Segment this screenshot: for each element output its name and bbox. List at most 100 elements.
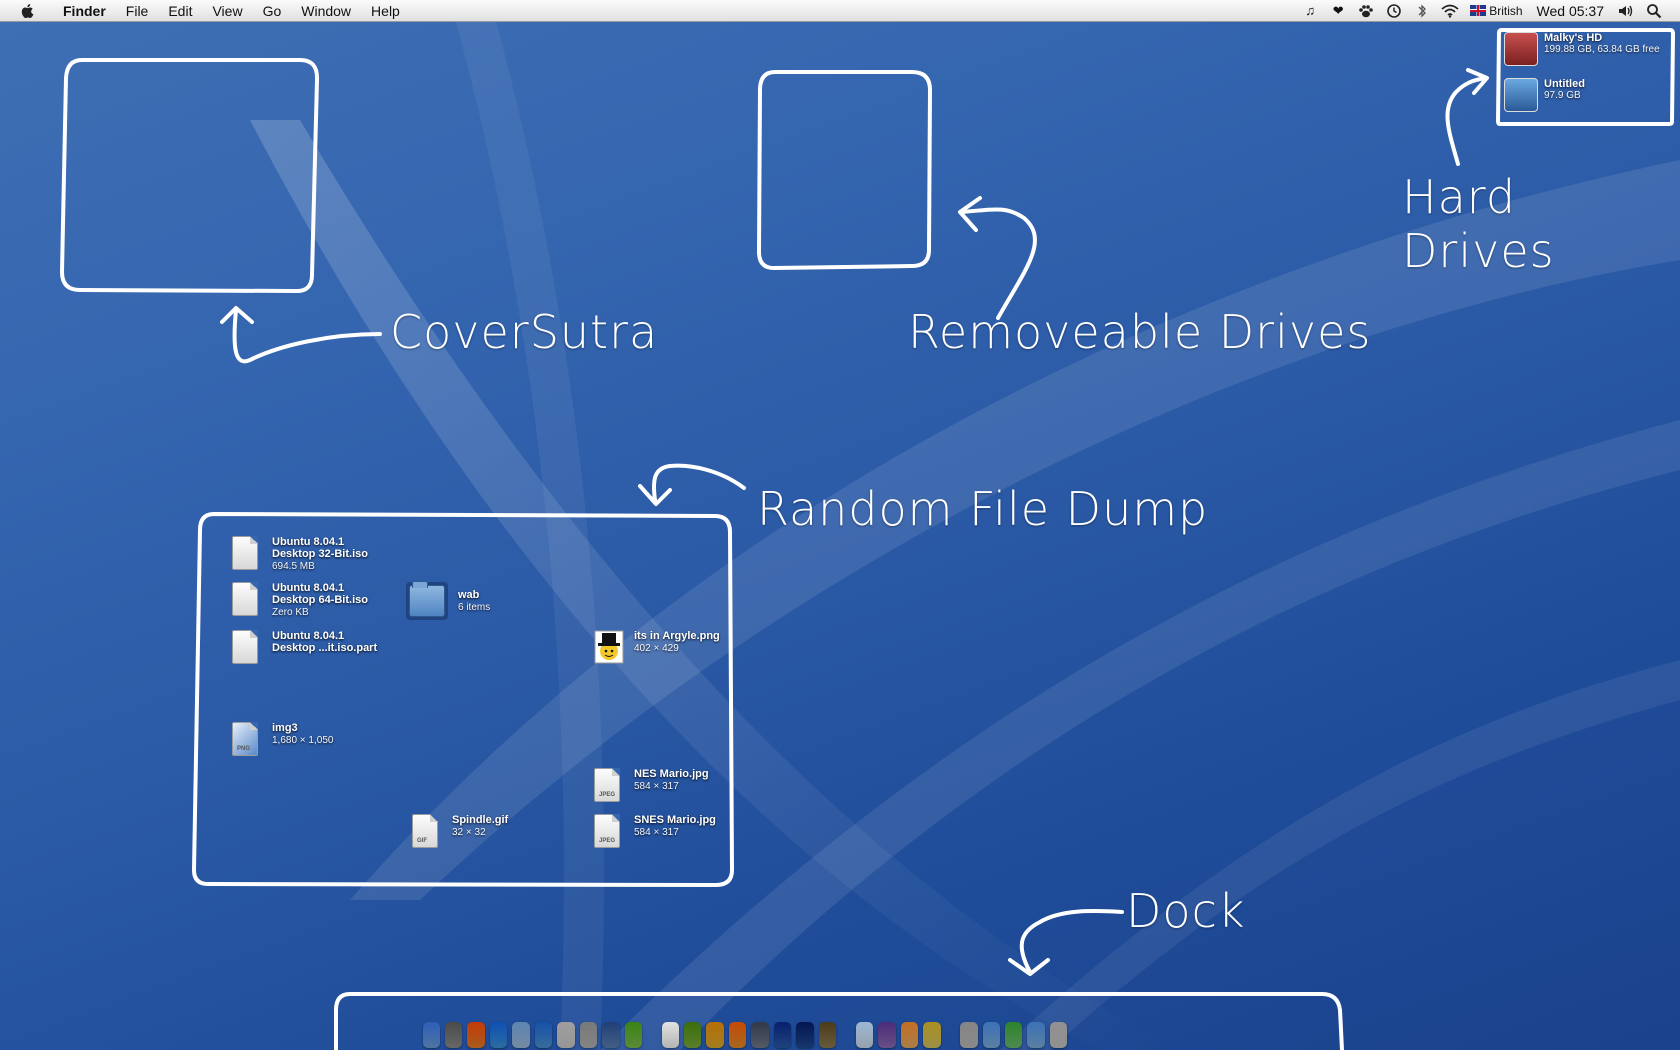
- downloads-folder-icon[interactable]: [1005, 1022, 1023, 1048]
- file-info: 694.5 MB: [272, 561, 315, 572]
- file-info: 584 × 317: [634, 781, 679, 792]
- top-hat-face-icon: [594, 630, 624, 664]
- file-name: Ubuntu 8.04.1 Desktop ...it.iso.part: [272, 630, 378, 654]
- file-spindle-gif[interactable]: GIF Spindle.gif 32 × 32: [412, 814, 508, 850]
- png-image-icon: PNG: [232, 722, 258, 756]
- input-menu[interactable]: British: [1470, 3, 1523, 18]
- file-img3[interactable]: PNG img3 1,680 × 1,050: [232, 722, 333, 758]
- document-icon: [232, 630, 258, 664]
- firefox-icon[interactable]: [467, 1022, 485, 1048]
- coversutra-box: [60, 58, 320, 294]
- file-info: 584 × 317: [634, 827, 679, 838]
- file-name: NES Mario.jpg: [634, 768, 709, 780]
- safari-icon[interactable]: [489, 1022, 508, 1048]
- file-info: 32 × 32: [452, 827, 486, 838]
- finder-icon[interactable]: [422, 1022, 440, 1048]
- paw-icon[interactable]: [1355, 2, 1377, 20]
- time-machine-icon[interactable]: [1383, 2, 1405, 20]
- preview-icon[interactable]: [602, 1022, 620, 1048]
- trash-icon[interactable]: [1049, 1022, 1068, 1048]
- removeable-drives-label: Removeable Drives: [908, 305, 1372, 359]
- folder-wab[interactable]: wab 6 items: [406, 581, 491, 622]
- guitar-icon[interactable]: [557, 1022, 575, 1048]
- pdf-icon[interactable]: [661, 1022, 680, 1048]
- file-info: Zero KB: [272, 607, 309, 618]
- apple-menu-icon[interactable]: [17, 2, 39, 20]
- dock-label: Dock: [1126, 884, 1246, 938]
- tan-app-icon[interactable]: [818, 1022, 837, 1048]
- presentation-icon[interactable]: [900, 1022, 919, 1048]
- menu-bar: Finder File Edit View Go Window Help ♫ ❤…: [0, 0, 1680, 22]
- volume-icon[interactable]: [1615, 2, 1637, 20]
- menu-window[interactable]: Window: [291, 0, 361, 22]
- documents-folder-icon[interactable]: [1027, 1022, 1045, 1048]
- file-name: Spindle.gif: [452, 814, 509, 826]
- menu-clock[interactable]: Wed 05:37: [1537, 3, 1604, 19]
- flag-uk-icon: [1470, 5, 1487, 16]
- disk-image-icon: [232, 582, 258, 616]
- coversutra-arrow: [232, 308, 382, 364]
- quicktime-icon[interactable]: [534, 1022, 553, 1048]
- wifi-icon[interactable]: [1439, 2, 1461, 20]
- drive-untitled[interactable]: Untitled 97.9 GB: [1504, 78, 1585, 112]
- pencil-icon[interactable]: [579, 1022, 598, 1048]
- menu-view[interactable]: View: [202, 0, 252, 22]
- music-note-icon[interactable]: ♫: [1299, 2, 1321, 20]
- drive-malkys-hd[interactable]: Malky's HD 199.88 GB, 63.84 GB free: [1504, 32, 1660, 66]
- hard-drive-icon: [1504, 32, 1538, 66]
- gray-app-icon[interactable]: [751, 1022, 769, 1048]
- file-ubuntu-iso-part[interactable]: Ubuntu 8.04.1 Desktop ...it.iso.part: [232, 630, 377, 666]
- file-snes-mario-jpg[interactable]: JPEG SNES Mario.jpg 584 × 317: [594, 814, 716, 850]
- drive-name: Malky's HD: [1544, 32, 1603, 44]
- file-its-in-argyle-png[interactable]: its in Argyle.png 402 × 429: [594, 630, 720, 666]
- mail-icon[interactable]: [855, 1022, 874, 1048]
- jpeg-image-icon: JPEG: [594, 814, 620, 848]
- navy-app-icon[interactable]: [796, 1022, 814, 1048]
- hard-drive-icon: [1504, 78, 1538, 112]
- menu-finder[interactable]: Finder: [53, 0, 116, 22]
- file-info: 6 items: [458, 602, 491, 613]
- drive-info: 199.88 GB, 63.84 GB free: [1544, 44, 1660, 55]
- system-preferences-icon[interactable]: [444, 1022, 463, 1048]
- menu-file[interactable]: File: [116, 0, 159, 22]
- menu-help[interactable]: Help: [361, 0, 410, 22]
- file-name: Ubuntu 8.04.1 Desktop 32-Bit.iso: [272, 536, 368, 560]
- drive-name: Untitled: [1544, 78, 1585, 90]
- removeable-drives-arrow: [960, 207, 1037, 320]
- file-nes-mario-jpg[interactable]: JPEG NES Mario.jpg 584 × 317: [594, 768, 709, 804]
- file-name: Ubuntu 8.04.1 Desktop 64-Bit.iso: [272, 582, 368, 606]
- gif-image-icon: GIF: [412, 814, 438, 848]
- yellow-app-icon[interactable]: [706, 1022, 724, 1048]
- dock-arrow: [1019, 909, 1124, 974]
- drive-info: 97.9 GB: [1544, 90, 1581, 101]
- input-language-label: British: [1489, 3, 1523, 18]
- file-ubuntu-32bit-iso[interactable]: Ubuntu 8.04.1 Desktop 32-Bit.iso 694.5 M…: [232, 536, 368, 573]
- chart-app-icon[interactable]: [923, 1022, 941, 1048]
- applications-folder-icon[interactable]: [982, 1022, 1001, 1048]
- folder-icon: [409, 581, 445, 617]
- hard-drives-arrow: [1445, 76, 1488, 166]
- file-name: img3: [272, 722, 298, 734]
- utility-icon[interactable]: [960, 1022, 978, 1048]
- heart-icon[interactable]: ❤: [1327, 2, 1349, 20]
- bluetooth-icon[interactable]: [1411, 2, 1433, 20]
- itunes-icon[interactable]: [512, 1022, 530, 1048]
- orange-app-icon[interactable]: [728, 1022, 747, 1048]
- dock: [420, 1012, 1070, 1048]
- menu-edit[interactable]: Edit: [158, 0, 202, 22]
- removeable-drives-box: [757, 70, 932, 270]
- orb-icon[interactable]: [878, 1022, 896, 1048]
- hard-drives-label: Hard Drives: [1402, 170, 1555, 278]
- green-app-icon[interactable]: [684, 1022, 702, 1048]
- spotlight-icon[interactable]: [1643, 2, 1665, 20]
- coversutra-label: CoverSutra: [390, 305, 659, 359]
- file-name: its in Argyle.png: [634, 630, 720, 642]
- file-ubuntu-64bit-iso[interactable]: Ubuntu 8.04.1 Desktop 64-Bit.iso Zero KB: [232, 582, 368, 619]
- adium-icon[interactable]: [624, 1022, 643, 1048]
- file-info: 1,680 × 1,050: [272, 735, 334, 746]
- random-file-dump-label: Random File Dump: [757, 482, 1209, 536]
- disk-image-icon: [232, 536, 258, 570]
- menu-go[interactable]: Go: [253, 0, 292, 22]
- file-name: wab: [458, 589, 480, 601]
- blue-app-icon[interactable]: [773, 1022, 792, 1048]
